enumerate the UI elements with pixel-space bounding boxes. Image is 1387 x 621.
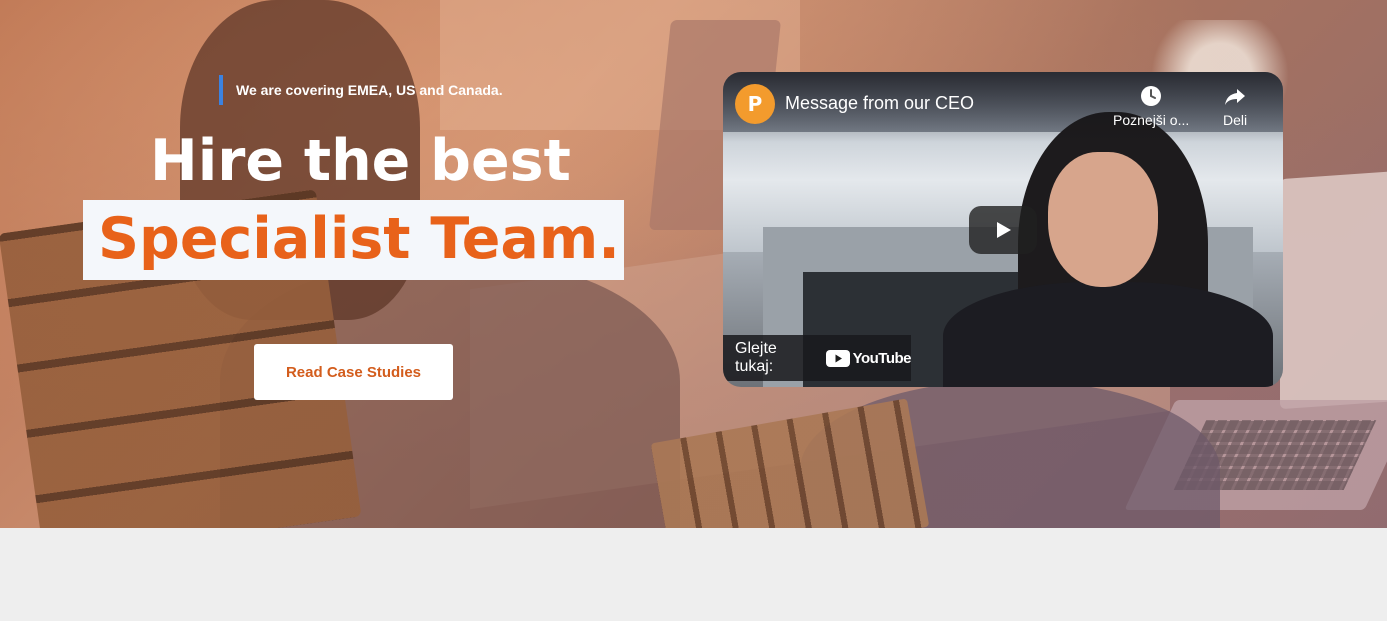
youtube-wordmark: YouTube: [852, 349, 912, 367]
share-icon: [1225, 89, 1246, 105]
headline-line-1: Hire the best: [150, 128, 571, 194]
youtube-logo-icon: [825, 349, 850, 367]
tagline-accent-bar: [219, 75, 223, 105]
read-case-studies-button[interactable]: Read Case Studies: [254, 344, 453, 400]
lower-page-area: [0, 528, 1387, 621]
tagline-block: We are covering EMEA, US and Canada.: [219, 75, 503, 105]
channel-logo[interactable]: P: [735, 84, 775, 124]
play-icon: [997, 222, 1011, 238]
watch-later-label: Poznejši o...: [1113, 112, 1190, 128]
play-button[interactable]: [969, 206, 1037, 254]
watch-on-youtube-link[interactable]: Glejte tukaj: YouTube: [723, 335, 912, 381]
video-title[interactable]: Message from our CEO: [785, 93, 974, 114]
hero-section: We are covering EMEA, US and Canada. Hir…: [0, 0, 1387, 528]
tagline-text: We are covering EMEA, US and Canada.: [236, 82, 503, 98]
background-laptop-screen: [1280, 170, 1387, 410]
video-scene-speaker-face: [1048, 152, 1158, 287]
share-button[interactable]: Deli: [1223, 84, 1247, 128]
headline-line-2: Specialist Team.: [98, 206, 620, 272]
youtube-video-embed[interactable]: P Message from our CEO Poznejši o... Del…: [723, 72, 1283, 387]
youtube-logo: YouTube: [825, 349, 912, 367]
clock-icon: [1141, 86, 1162, 106]
channel-logo-letter: P: [747, 92, 763, 116]
share-label: Deli: [1223, 112, 1248, 128]
video-scene-speaker-body: [943, 282, 1273, 387]
watch-later-button[interactable]: Poznejši o...: [1113, 84, 1189, 128]
watch-on-label: Glejte tukaj:: [735, 340, 777, 375]
